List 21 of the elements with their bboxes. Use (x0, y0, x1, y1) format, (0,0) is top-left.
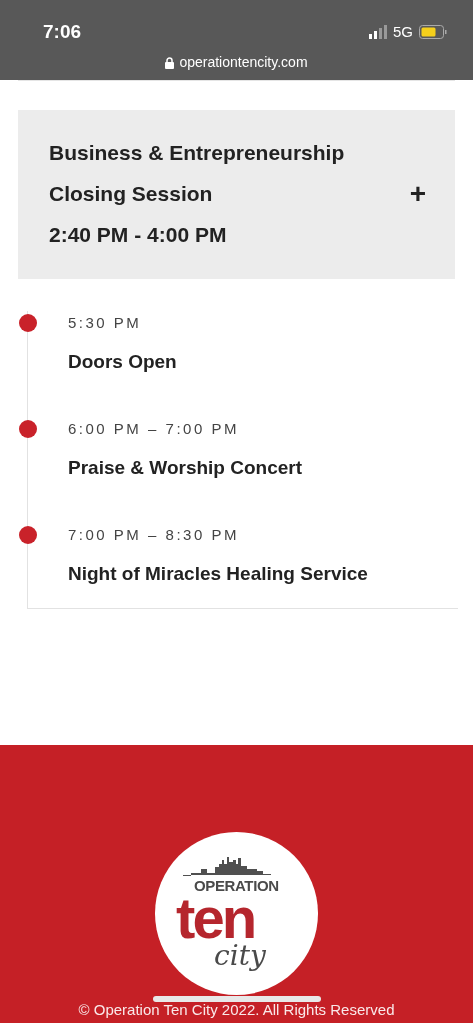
event-title: Doors Open (68, 350, 177, 374)
session-card[interactable]: Business & Entrepreneurship Closing Session 2:40 PM - 4:00 PM + (18, 110, 455, 279)
event-time: 7:00 PM – 8:30 PM (68, 525, 239, 545)
lock-icon (165, 56, 175, 69)
battery-icon (419, 25, 447, 40)
logo-main-text: ten (176, 895, 255, 941)
event-time: 6:00 PM – 7:00 PM (68, 419, 239, 439)
home-indicator[interactable] (153, 996, 321, 1002)
event-title: Praise & Worship Concert (68, 456, 303, 480)
copyright-text: © Operation Ten City 2022. All Rights Reserved (77, 1001, 396, 1019)
event-time: 5:30 PM (68, 313, 142, 333)
signal-icon (369, 25, 387, 40)
event-title: Night of Miracles Healing Service (68, 562, 368, 586)
logo-script-text: city (214, 942, 266, 970)
clock-time: 7:06 (43, 20, 82, 44)
url-text[interactable]: operationtencity.com (179, 52, 308, 73)
network-label: 5G (393, 22, 413, 42)
session-title: Business & Entrepreneurship Closing Session (49, 140, 345, 207)
expand-toggle[interactable]: + (409, 172, 426, 215)
logo-top-text: OPERATION (194, 876, 279, 896)
session-time: 2:40 PM - 4:00 PM (49, 222, 228, 248)
